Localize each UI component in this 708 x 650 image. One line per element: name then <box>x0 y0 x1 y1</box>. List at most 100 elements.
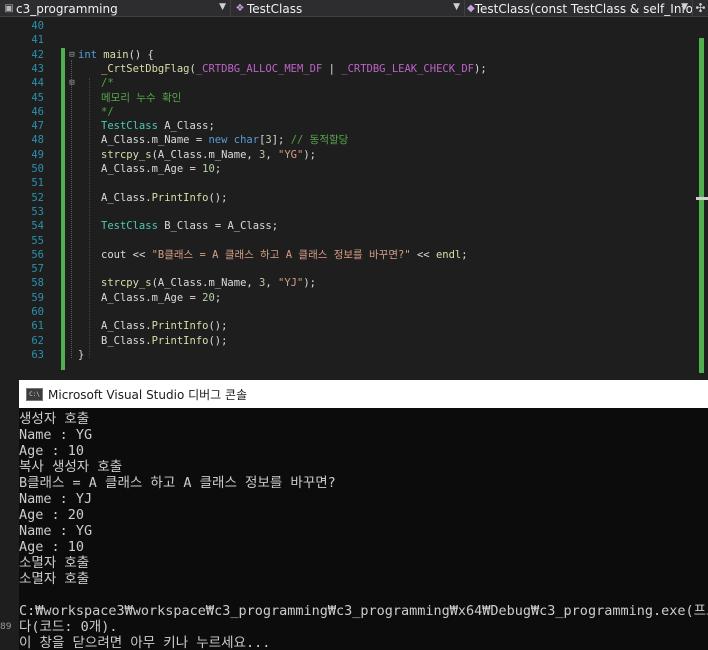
console-line: 생성자 호출 <box>19 411 90 427</box>
code-editor[interactable]: 40 41 42 ⊟ int main() {43 _CrtSetDbgFlag(_CRT… <box>0 18 708 380</box>
code-token: 20 <box>202 291 215 304</box>
line-number: 59 <box>31 291 44 304</box>
line-number: 47 <box>31 120 44 133</box>
code-token: _CRTDBG_ALLOC_MEM_DF <box>195 62 323 75</box>
line-number: 43 <box>31 62 44 75</box>
code-line[interactable]: 54 TestClass B_Class = A_Class; <box>0 219 700 233</box>
line-number-fragment: 89 <box>0 622 12 632</box>
vertical-scrollbar[interactable] <box>699 38 704 373</box>
code-line[interactable]: 56 cout << "B클래스 = A 클래스 하고 A 클래스 정보를 바꾸면… <box>0 248 700 262</box>
code-text: strcpy_s(A_Class.m_Name, 3, "YG"); <box>101 148 316 162</box>
code-token: _CrtSetDbgFlag <box>101 62 190 75</box>
console-line: 소멸자 호출 <box>19 555 90 571</box>
line-number: 45 <box>31 91 44 104</box>
code-line[interactable]: 55 <box>0 234 700 248</box>
console-line: 이 창을 닫으려면 아무 키나 누르세요... <box>19 635 271 650</box>
code-text: } <box>78 348 84 362</box>
code-token: ]; <box>271 134 291 147</box>
code-line[interactable]: 47 TestClass A_Class; <box>0 119 700 133</box>
code-line[interactable]: 60 <box>0 305 700 319</box>
code-line[interactable]: 44 ⊟ /* <box>0 76 700 90</box>
code-line[interactable]: 59 A_Class.m_Age = 20; <box>0 291 700 305</box>
code-token: (); <box>208 191 228 204</box>
chevron-down-icon: ▼ <box>219 2 226 12</box>
code-text: _CrtSetDbgFlag(_CRTDBG_ALLOC_MEM_DF | _C… <box>101 62 487 76</box>
code-text: A_Class.PrintInfo(); <box>101 191 227 205</box>
line-number: 61 <box>31 320 44 333</box>
code-token: ; <box>214 163 222 175</box>
code-token: B_Class <box>164 220 209 233</box>
code-text: 메모리 누수 확인 <box>101 91 181 105</box>
code-line[interactable]: 48 A_Class.m_Name = new char[3]; // 동적할당 <box>0 133 700 147</box>
console-line: B클래스 = A 클래스 하고 A 클래스 정보를 바꾸면? <box>19 475 336 491</box>
split-icon[interactable]: ✣ <box>693 0 708 16</box>
code-line[interactable]: 61 A_Class.PrintInfo(); <box>0 319 700 333</box>
code-text: int main() { <box>78 48 154 62</box>
code-line[interactable]: 63} <box>0 348 700 362</box>
code-line[interactable]: 43 _CrtSetDbgFlag(_CRTDBG_ALLOC_MEM_DF | … <box>0 62 700 76</box>
editor-left-strip <box>0 380 19 650</box>
code-text: /* <box>101 76 114 90</box>
code-line[interactable]: 50 A_Class.m_Age = 10; <box>0 162 700 176</box>
code-token: (); <box>208 320 228 333</box>
scope-dropdown[interactable]: ❖ TestClass ▼ <box>231 0 465 17</box>
code-text: TestClass A_Class; <box>101 119 215 133</box>
code-line[interactable]: 57 <box>0 262 700 276</box>
code-line[interactable]: 53 <box>0 205 700 219</box>
console-line: Name : YG <box>19 523 93 539</box>
console-line: Age : 20 <box>19 507 85 523</box>
code-line[interactable]: 62 B_Class.PrintInfo(); <box>0 334 700 348</box>
code-line[interactable]: 58 strcpy_s(A_Class.m_Name, 3, "YJ"); <box>0 276 700 290</box>
console-line: Age : 10 <box>19 539 85 555</box>
line-number: 63 <box>31 348 44 361</box>
chevron-down-icon: ▼ <box>453 2 460 12</box>
fold-toggle-icon[interactable]: ⊟ <box>67 76 77 90</box>
console-title-bar[interactable]: C:\ Microsoft Visual Studio 디버그 콘솔 <box>19 380 708 408</box>
code-token: = <box>183 291 203 304</box>
code-token: = A_Class; <box>208 220 279 233</box>
code-token: _CRTDBG_LEAK_CHECK_DF <box>341 62 475 75</box>
console-title: Microsoft Visual Studio 디버그 콘솔 <box>48 387 248 402</box>
code-line[interactable]: 51 <box>0 176 700 190</box>
line-number: 46 <box>31 105 44 118</box>
member-label: TestClass(const TestClass & self_Info <box>474 1 693 16</box>
code-token: , <box>265 277 279 290</box>
code-text: A_Class.m_Age = 20; <box>101 291 221 305</box>
code-token: , <box>265 148 279 161</box>
line-number: 44 <box>31 77 44 90</box>
code-line[interactable]: 46 */ <box>0 105 700 119</box>
code-token: A_Class.m_Name <box>101 134 190 147</box>
console-icon: C:\ <box>26 387 43 401</box>
line-number: 56 <box>31 248 44 261</box>
code-text: cout << "B클래스 = A 클래스 하고 A 클래스 정보를 바꾸면?"… <box>101 248 468 262</box>
fold-toggle-icon[interactable]: ⊟ <box>67 48 77 62</box>
code-token: "B클래스 = A 클래스 하고 A 클래스 정보를 바꾸면?" <box>151 248 411 261</box>
code-text: A_Class.m_Name = new char[3]; // 동적할당 <box>101 133 348 147</box>
project-dropdown[interactable]: ▣ c3_programming ▼ <box>0 0 231 17</box>
code-token: ); <box>303 148 316 161</box>
code-token: (A_Class.m_Name, <box>151 277 260 290</box>
code-line[interactable]: 52 A_Class.PrintInfo(); <box>0 191 700 205</box>
code-line[interactable]: 40 <box>0 19 700 33</box>
chevron-down-icon: ▼ <box>681 2 688 12</box>
line-number: 58 <box>31 277 44 290</box>
line-number: 57 <box>31 263 44 276</box>
line-number: 62 <box>31 334 44 347</box>
code-text: B_Class.PrintInfo(); <box>101 334 227 348</box>
console-line: Name : YJ <box>19 491 93 507</box>
code-token: /* <box>101 77 114 90</box>
line-number: 40 <box>31 20 44 32</box>
member-dropdown[interactable]: ◆ TestClass(const TestClass & self_Info … <box>465 0 693 17</box>
code-line[interactable]: 42 ⊟ int main() { <box>0 48 700 62</box>
line-number: 55 <box>31 234 44 247</box>
console-output[interactable]: 생성자 호출 Name : YG Age : 10 복사 생성자 호출 B클래스 = A… <box>19 408 708 650</box>
project-icon: ▣ <box>4 3 14 14</box>
code-line[interactable]: 49 strcpy_s(A_Class.m_Name, 3, "YG"); <box>0 148 700 162</box>
scroll-position-marker <box>696 197 708 200</box>
code-line[interactable]: 41 <box>0 33 700 47</box>
code-token: << <box>126 248 152 261</box>
code-line[interactable]: 45 메모리 누수 확인 <box>0 91 700 105</box>
code-token: */ <box>101 105 114 118</box>
code-token: A_Class. <box>101 191 152 204</box>
code-text: TestClass B_Class = A_Class; <box>101 219 278 233</box>
